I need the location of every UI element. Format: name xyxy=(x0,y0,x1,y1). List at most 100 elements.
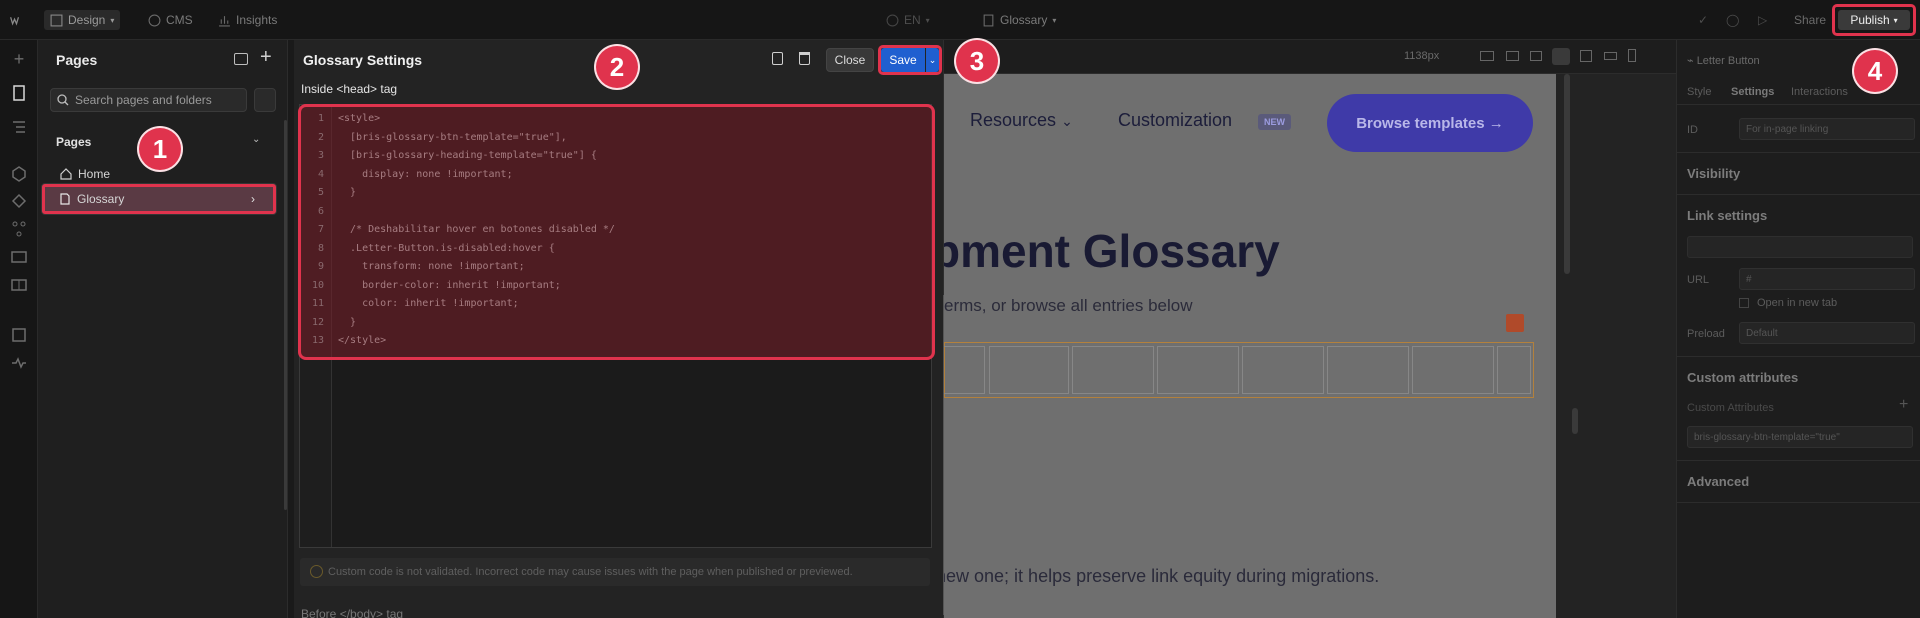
top-bar: Design ▾ CMS Insights EN ▾ Glossary ▾ ✓ … xyxy=(0,0,1920,40)
save-button[interactable]: Save xyxy=(881,48,925,72)
webflow-logo-icon xyxy=(10,16,20,26)
line-number: 13 xyxy=(311,335,324,346)
publish-button[interactable]: Publish ▾ xyxy=(1838,10,1910,30)
pages-icon[interactable] xyxy=(10,84,28,102)
letter-button[interactable] xyxy=(1072,346,1154,394)
element-settings-icon[interactable] xyxy=(1506,314,1524,332)
left-toolbar: + xyxy=(0,40,38,618)
custom-attributes-header[interactable]: Custom attributes xyxy=(1687,370,1798,385)
letter-button[interactable] xyxy=(1157,346,1239,394)
checkmark-button[interactable]: ✓ xyxy=(1698,10,1708,30)
close-button[interactable]: Close xyxy=(826,48,874,72)
mobile-portrait-icon[interactable] xyxy=(1628,49,1636,62)
search-input[interactable]: Search pages and folders xyxy=(50,88,247,112)
preload-select[interactable]: Default xyxy=(1739,322,1915,344)
add-icon[interactable]: + xyxy=(10,50,28,68)
letter-button[interactable] xyxy=(1242,346,1324,394)
step-badge-3: 3 xyxy=(954,38,1000,84)
webflow-logo[interactable] xyxy=(10,10,23,30)
line-number: 5 xyxy=(317,187,324,198)
assets-icon[interactable] xyxy=(10,248,28,266)
design-canvas: 1138px Resources ⌄ Customization NEW Bro… xyxy=(944,40,1676,618)
id-input[interactable]: For in-page linking xyxy=(1739,118,1915,140)
new-tab-checkbox[interactable] xyxy=(1739,298,1749,308)
apps-icon[interactable] xyxy=(10,276,28,294)
search-placeholder: Search pages and folders xyxy=(75,93,212,107)
copy-icon[interactable] xyxy=(772,52,783,65)
database-filter-icon[interactable] xyxy=(254,88,276,112)
tab-interactions[interactable]: Interactions xyxy=(1791,86,1848,98)
page-item-glossary[interactable]: Glossary › xyxy=(42,184,276,214)
desktop-m-icon[interactable] xyxy=(1530,51,1542,61)
nav-resources-label: Resources xyxy=(970,110,1057,130)
resize-handle[interactable] xyxy=(1572,408,1578,434)
page-selector-label: Glossary xyxy=(1000,13,1048,27)
add-page-icon[interactable]: + xyxy=(260,46,272,69)
code-line: display: none !important; xyxy=(338,168,513,180)
new-badge: NEW xyxy=(1258,114,1291,130)
divider xyxy=(1677,460,1920,461)
hero-subtitle: erms, or browse all entries below xyxy=(944,296,1193,315)
nav-resources[interactable]: Resources ⌄ xyxy=(970,110,1073,131)
desktop-l-icon[interactable] xyxy=(1506,51,1519,61)
trash-icon[interactable] xyxy=(799,52,810,65)
preview-button[interactable]: ▷ xyxy=(1758,10,1767,30)
line-number: 7 xyxy=(317,224,324,235)
design-mode-button[interactable]: Design ▾ xyxy=(44,10,121,30)
letter-button[interactable] xyxy=(1327,346,1409,394)
page-selector[interactable]: Glossary ▾ xyxy=(982,10,1056,30)
settings-title: Glossary Settings xyxy=(303,52,423,68)
desktop-xl-icon[interactable] xyxy=(1480,51,1494,61)
tab-style[interactable]: Style xyxy=(1687,86,1711,98)
comment-icon: ◯ xyxy=(1726,13,1740,27)
visibility-header[interactable]: Visibility xyxy=(1687,166,1740,181)
new-folder-icon[interactable] xyxy=(234,53,248,65)
head-code-editor[interactable]: 1 <style> 2 [bris-glossary-btn-template="t… xyxy=(298,104,935,548)
activity-icon[interactable] xyxy=(10,354,28,372)
link-type-tabs[interactable] xyxy=(1687,236,1913,258)
chevron-right-icon[interactable]: › xyxy=(251,192,255,206)
url-input[interactable]: # xyxy=(1739,268,1915,290)
page-icon xyxy=(60,193,70,205)
code-line: } xyxy=(338,187,357,198)
letter-button[interactable] xyxy=(1412,346,1494,394)
code-line: color: inherit !important; xyxy=(338,298,519,309)
advanced-header[interactable]: Advanced xyxy=(1687,474,1749,489)
selected-element-label: Letter Button xyxy=(1696,55,1760,67)
globe-icon xyxy=(886,14,899,26)
pages-section-header: Pages xyxy=(56,135,92,149)
locale-selector[interactable]: EN ▾ xyxy=(886,10,930,30)
letter-button[interactable] xyxy=(1497,346,1531,394)
save-highlight: Save ⌄ xyxy=(878,45,942,75)
tablet-icon[interactable] xyxy=(1580,50,1592,62)
selected-element: ⌁ Letter Button xyxy=(1687,54,1760,67)
letter-button[interactable] xyxy=(989,346,1069,394)
insights-button[interactable]: Insights xyxy=(218,10,277,30)
components-icon[interactable] xyxy=(10,165,28,183)
browse-templates-button[interactable]: Browse templates → xyxy=(1327,94,1533,152)
share-button[interactable]: Share xyxy=(1794,10,1826,30)
link-settings-header[interactable]: Link settings xyxy=(1687,208,1767,223)
navigator-icon[interactable] xyxy=(10,118,28,136)
code-line: [bris-glossary-heading-template="true"] … xyxy=(338,150,597,161)
scrollbar[interactable] xyxy=(284,120,287,510)
mobile-landscape-icon[interactable] xyxy=(1604,52,1617,60)
code-line: </style> xyxy=(338,335,387,346)
add-attribute-icon[interactable]: + xyxy=(1899,396,1908,414)
desktop-base-icon[interactable] xyxy=(1552,48,1570,65)
save-dropdown-button[interactable]: ⌄ xyxy=(926,48,939,72)
canvas-scrollbar[interactable] xyxy=(1564,74,1570,274)
hero-title: pment Glossary xyxy=(944,225,1280,277)
cms-icon[interactable] xyxy=(10,220,28,238)
divider xyxy=(1677,356,1920,357)
variables-icon[interactable] xyxy=(10,192,28,210)
comments-button[interactable]: ◯ xyxy=(1726,10,1739,30)
body-tag-label: Before </body> tag xyxy=(301,607,404,618)
tab-settings[interactable]: Settings xyxy=(1731,86,1774,98)
audit-icon[interactable] xyxy=(10,326,28,344)
nav-customization[interactable]: Customization xyxy=(1118,110,1232,131)
letter-button[interactable] xyxy=(944,346,985,394)
cms-button[interactable]: CMS xyxy=(148,10,193,30)
attribute-item[interactable]: bris-glossary-btn-template="true" xyxy=(1687,426,1913,448)
chevron-down-icon[interactable]: ⌄ xyxy=(252,134,260,145)
